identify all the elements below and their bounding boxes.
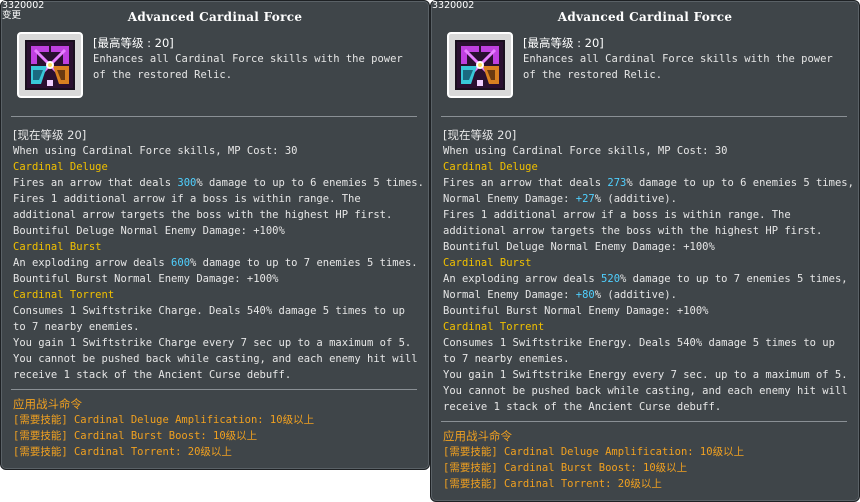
torrent-gain: You gain 1 Swiftstrike Energy every 7 se… (443, 369, 848, 381)
max-level: [最高等级 : 20] (93, 36, 174, 50)
deluge-normal-value: +27 (575, 193, 595, 205)
divider (11, 116, 417, 117)
battle-command-section: 应用战斗命令 [需要技能] Cardinal Deluge Amplificat… (443, 428, 851, 492)
cardinal-force-relic-icon (25, 40, 75, 90)
skill-title: Advanced Cardinal Force (127, 10, 303, 24)
burst-damage: An exploding arrow deals 600% damage to … (13, 255, 421, 271)
deluge-damage-value: 300 (177, 177, 197, 189)
burst-damage-value: 520 (601, 273, 621, 285)
battle-command-section: 应用战斗命令 [需要技能] Cardinal Deluge Amplificat… (13, 396, 421, 460)
text: % damage to up to 6 enemies 5 times. (196, 177, 424, 189)
required-skill-2: [需要技能] Cardinal Burst Boost: 10级以上 (443, 462, 688, 474)
skill-description: Enhances all Cardinal Force skills with … (93, 53, 403, 81)
mp-cost: When using Cardinal Force skills, MP Cos… (13, 145, 298, 157)
divider (441, 421, 847, 422)
burst-bountiful: Bountiful Burst Normal Enemy Damage: +10… (443, 305, 709, 317)
required-skill-1: [需要技能] Cardinal Deluge Amplification: 10… (13, 414, 315, 426)
deluge-normal-damage: Normal Enemy Damage: +27% (additive). (443, 191, 851, 207)
skill-description: Enhances all Cardinal Force skills with … (523, 53, 833, 81)
section-heading-burst: Cardinal Burst (443, 257, 532, 269)
deluge-damage-value: 273 (607, 177, 627, 189)
skill-tooltip-right: 3320002 Advanced Cardinal Force [最高等级 : … (430, 0, 860, 502)
text: An exploding arrow deals (443, 273, 602, 285)
torrent-consume: Consumes 1 Swiftstrike Charge. Deals 540… (13, 305, 405, 333)
required-skill-3: [需要技能] Cardinal Torrent: 20级以上 (443, 478, 662, 490)
section-heading-deluge: Cardinal Deluge (443, 161, 538, 173)
torrent-consume: Consumes 1 Swiftstrike Energy. Deals 540… (443, 337, 835, 365)
text: An exploding arrow deals (13, 257, 172, 269)
skill-icon-frame (17, 32, 83, 98)
deluge-bountiful: Bountiful Deluge Normal Enemy Damage: +1… (443, 241, 715, 253)
text: % damage to up to 6 enemies 5 times, (626, 177, 854, 189)
text: % damage to up to 7 enemies 5 times. (190, 257, 418, 269)
burst-bountiful: Bountiful Burst Normal Enemy Damage: +10… (13, 273, 279, 285)
skill-icon-frame (447, 32, 513, 98)
battle-command-heading: 应用战斗命令 (13, 397, 82, 411)
skill-details: [现在等级 20] When using Cardinal Force skil… (13, 127, 424, 383)
battle-command-heading: 应用战斗命令 (443, 429, 512, 443)
skill-tooltip-left: 3320002 变更 Advanced Cardinal Force [最高等级… (0, 0, 430, 470)
deluge-bountiful: Bountiful Deluge Normal Enemy Damage: +1… (13, 225, 285, 237)
text: % damage to up to 7 enemies 5 times, (620, 273, 848, 285)
section-heading-deluge: Cardinal Deluge (13, 161, 108, 173)
current-level: [现在等级 20] (443, 128, 517, 142)
text: Normal Enemy Damage: (443, 289, 576, 301)
cardinal-force-relic-icon (455, 40, 505, 90)
deluge-extra-arrow: Fires 1 additional arrow if a boss is wi… (443, 209, 823, 237)
required-skill-1: [需要技能] Cardinal Deluge Amplification: 10… (443, 446, 745, 458)
required-skill-3: [需要技能] Cardinal Torrent: 20级以上 (13, 446, 232, 458)
burst-normal-value: +80 (575, 289, 595, 301)
text: % (additive). (594, 193, 677, 205)
deluge-damage: Fires an arrow that deals 300% damage to… (13, 175, 424, 191)
deluge-extra-arrow: Fires 1 additional arrow if a boss is wi… (13, 193, 393, 221)
text: Normal Enemy Damage: (443, 193, 576, 205)
skill-details: [现在等级 20] When using Cardinal Force skil… (443, 127, 854, 415)
current-level: [现在等级 20] (13, 128, 87, 142)
divider (441, 116, 847, 117)
text: Fires an arrow that deals (443, 177, 608, 189)
torrent-note: You cannot be pushed back while casting,… (13, 353, 418, 381)
section-heading-burst: Cardinal Burst (13, 241, 102, 253)
torrent-gain: You gain 1 Swiftstrike Charge every 7 se… (13, 337, 412, 349)
torrent-note: You cannot be pushed back while casting,… (443, 385, 848, 413)
max-level: [最高等级 : 20] (523, 36, 604, 50)
section-heading-torrent: Cardinal Torrent (443, 321, 545, 333)
burst-damage-value: 600 (171, 257, 191, 269)
required-skill-2: [需要技能] Cardinal Burst Boost: 10级以上 (13, 430, 258, 442)
section-heading-torrent: Cardinal Torrent (13, 289, 115, 301)
mp-cost: When using Cardinal Force skills, MP Cos… (443, 145, 728, 157)
text: % (additive). (594, 289, 677, 301)
skill-title: Advanced Cardinal Force (557, 10, 733, 24)
divider (11, 389, 417, 390)
burst-damage: An exploding arrow deals 520% damage to … (443, 271, 851, 287)
burst-normal-damage: Normal Enemy Damage: +80% (additive). (443, 287, 851, 303)
text: Fires an arrow that deals (13, 177, 178, 189)
deluge-damage: Fires an arrow that deals 273% damage to… (443, 175, 854, 191)
